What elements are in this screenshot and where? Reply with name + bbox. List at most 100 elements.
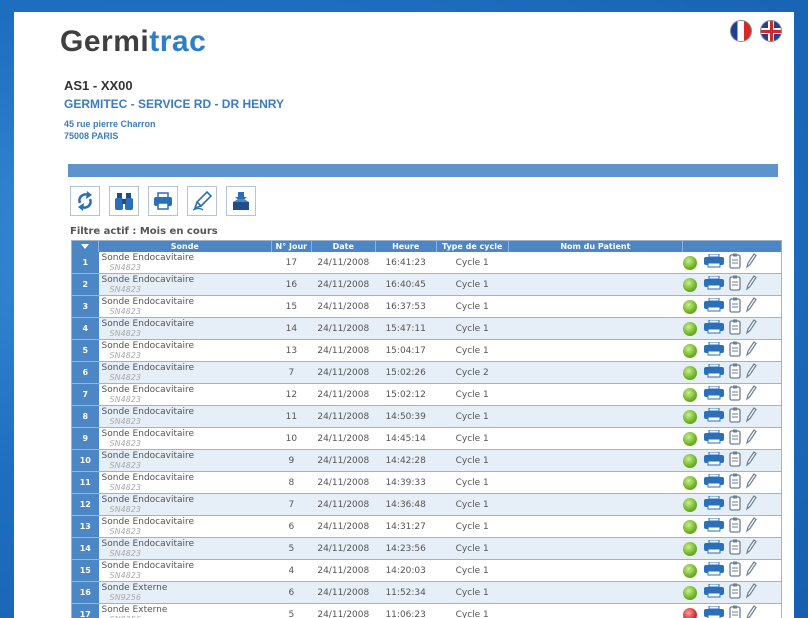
edit-button[interactable] (187, 186, 217, 216)
table-row[interactable]: 16 Sonde Externe SN9256 6 24/11/2008 11:52:34… (71, 581, 782, 604)
status-ok-icon[interactable] (682, 321, 697, 336)
clipboard-icon[interactable] (729, 605, 741, 618)
printer-icon[interactable] (703, 517, 725, 535)
printer-icon[interactable] (703, 253, 725, 271)
pencil-icon[interactable] (745, 451, 757, 470)
header-jour[interactable]: N° Jour (271, 240, 313, 252)
printer-icon[interactable] (703, 363, 725, 381)
table-row[interactable]: 3 Sonde Endocavitaire SN4823 15 24/11/2008 16… (71, 295, 782, 318)
status-ok-icon[interactable] (682, 585, 697, 600)
status-ok-icon[interactable] (682, 387, 697, 402)
pencil-icon[interactable] (745, 319, 757, 338)
pencil-icon[interactable] (745, 605, 757, 618)
printer-icon[interactable] (703, 385, 725, 403)
status-ok-icon[interactable] (682, 343, 697, 358)
status-error-icon[interactable] (682, 607, 697, 618)
header-heure[interactable]: Heure (375, 240, 437, 252)
table-row[interactable]: 4 Sonde Endocavitaire SN4823 14 24/11/2008 15… (71, 317, 782, 340)
table-row[interactable]: 8 Sonde Endocavitaire SN4823 11 24/11/2008 14… (71, 405, 782, 428)
pencil-icon[interactable] (745, 583, 757, 602)
status-ok-icon[interactable] (682, 541, 697, 556)
table-row[interactable]: 12 Sonde Endocavitaire SN4823 7 24/11/2008 14… (71, 493, 782, 516)
pencil-icon[interactable] (745, 297, 757, 316)
header-type-cycle[interactable]: Type de cycle (436, 240, 509, 252)
pencil-icon[interactable] (745, 539, 757, 558)
table-row[interactable]: 1 Sonde Endocavitaire SN4823 17 24/11/2008 16… (71, 252, 782, 274)
clipboard-icon[interactable] (729, 429, 741, 448)
status-ok-icon[interactable] (682, 431, 697, 446)
fr-flag-icon[interactable] (730, 20, 752, 42)
clipboard-icon[interactable] (729, 319, 741, 338)
pencil-icon[interactable] (745, 517, 757, 536)
printer-icon[interactable] (703, 429, 725, 447)
status-ok-icon[interactable] (682, 255, 697, 270)
clipboard-icon[interactable] (729, 253, 741, 272)
status-ok-icon[interactable] (682, 475, 697, 490)
clipboard-icon[interactable] (729, 275, 741, 294)
search-button[interactable] (109, 186, 139, 216)
printer-icon[interactable] (703, 583, 725, 601)
printer-icon[interactable] (703, 495, 725, 513)
clipboard-icon[interactable] (729, 473, 741, 492)
table-row[interactable]: 5 Sonde Endocavitaire SN4823 13 24/11/2008 15… (71, 339, 782, 362)
printer-icon[interactable] (703, 605, 725, 618)
table-row[interactable]: 14 Sonde Endocavitaire SN4823 5 24/11/2008 14… (71, 537, 782, 560)
clipboard-icon[interactable] (729, 297, 741, 316)
table-row[interactable]: 7 Sonde Endocavitaire SN4823 12 24/11/2008 15… (71, 383, 782, 406)
status-ok-icon[interactable] (682, 409, 697, 424)
header-patient[interactable]: Nom du Patient (508, 240, 684, 252)
pencil-icon[interactable] (745, 495, 757, 514)
printer-icon[interactable] (703, 539, 725, 557)
print-button[interactable] (148, 186, 178, 216)
pencil-icon[interactable] (745, 473, 757, 492)
printer-icon[interactable] (703, 341, 725, 359)
pencil-icon[interactable] (745, 407, 757, 426)
clipboard-icon[interactable] (729, 451, 741, 470)
table-row[interactable]: 17Sonde ExterneSN9256524/11/200811:06:23… (71, 603, 782, 618)
clipboard-icon[interactable] (729, 385, 741, 404)
clipboard-icon[interactable] (729, 539, 741, 558)
status-ok-icon[interactable] (682, 453, 697, 468)
printer-icon[interactable] (703, 451, 725, 469)
table-row[interactable]: 2 Sonde Endocavitaire SN4823 16 24/11/2008 16… (71, 273, 782, 296)
table-row[interactable]: 15 Sonde Endocavitaire SN4823 4 24/11/2008 14… (71, 559, 782, 582)
status-ok-icon[interactable] (682, 299, 697, 314)
actions-cell (682, 405, 782, 428)
printer-icon[interactable] (703, 297, 725, 315)
clipboard-icon[interactable] (729, 341, 741, 360)
clipboard-icon[interactable] (729, 561, 741, 580)
status-ok-icon[interactable] (682, 277, 697, 292)
printer-icon[interactable] (703, 275, 725, 293)
table-row[interactable]: 11 Sonde Endocavitaire SN4823 8 24/11/2008 14… (71, 471, 782, 494)
uk-flag-icon[interactable] (760, 20, 782, 42)
table-row[interactable]: 6 Sonde Endocavitaire SN4823 7 24/11/2008 15:… (71, 361, 782, 384)
header-sonde[interactable]: Sonde (98, 240, 272, 252)
pencil-icon[interactable] (745, 275, 757, 294)
clipboard-icon[interactable] (729, 517, 741, 536)
table-row[interactable]: 9 Sonde Endocavitaire SN4823 10 24/11/2008 14… (71, 427, 782, 450)
sort-column-header[interactable] (71, 240, 100, 252)
clipboard-icon[interactable] (729, 583, 741, 602)
status-ok-icon[interactable] (682, 563, 697, 578)
status-ok-icon[interactable] (682, 365, 697, 380)
pencil-icon[interactable] (745, 429, 757, 448)
status-ok-icon[interactable] (682, 497, 697, 512)
pencil-icon[interactable] (745, 253, 757, 272)
table-row[interactable]: 10 Sonde Endocavitaire SN4823 9 24/11/2008 14… (71, 449, 782, 472)
pencil-icon[interactable] (745, 363, 757, 382)
header-date[interactable]: Date (311, 240, 376, 252)
pencil-icon[interactable] (745, 385, 757, 404)
pencil-icon[interactable] (745, 561, 757, 580)
table-row[interactable]: 13 Sonde Endocavitaire SN4823 6 24/11/2008 14… (71, 515, 782, 538)
printer-icon[interactable] (703, 561, 725, 579)
export-button[interactable] (226, 186, 256, 216)
status-ok-icon[interactable] (682, 519, 697, 534)
printer-icon[interactable] (703, 407, 725, 425)
clipboard-icon[interactable] (729, 363, 741, 382)
printer-icon[interactable] (703, 473, 725, 491)
pencil-icon[interactable] (745, 341, 757, 360)
refresh-button[interactable] (70, 186, 100, 216)
clipboard-icon[interactable] (729, 495, 741, 514)
clipboard-icon[interactable] (729, 407, 741, 426)
printer-icon[interactable] (703, 319, 725, 337)
